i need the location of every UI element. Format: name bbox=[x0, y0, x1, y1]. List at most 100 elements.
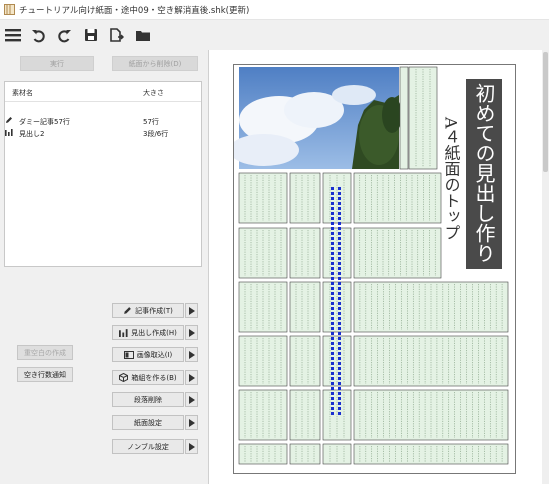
selection-handle bbox=[331, 282, 334, 285]
selection-handle bbox=[331, 222, 334, 225]
column-block bbox=[289, 227, 321, 279]
selection-handle bbox=[331, 192, 334, 195]
selection-handle bbox=[338, 227, 341, 230]
selection-handle bbox=[331, 227, 334, 230]
photo-image[interactable] bbox=[229, 67, 402, 169]
page-settings-button[interactable]: 紙面設定 bbox=[112, 415, 184, 430]
page-number-settings-arrow-button[interactable] bbox=[185, 439, 198, 454]
selection-handle bbox=[331, 302, 334, 305]
page-settings-arrow-button[interactable] bbox=[185, 415, 198, 430]
selection-handle bbox=[331, 212, 334, 215]
list-item[interactable]: 見出し2 3段/6行 bbox=[5, 128, 201, 140]
scrollbar-thumb[interactable] bbox=[543, 52, 548, 172]
create-headline-button[interactable]: 見出し作成(H) bbox=[112, 325, 184, 340]
column-block bbox=[353, 172, 442, 224]
create-box-arrow-button[interactable] bbox=[185, 370, 198, 385]
toolbar bbox=[0, 22, 205, 48]
selection-handle bbox=[338, 387, 341, 390]
pencil-icon bbox=[124, 307, 131, 314]
selection-handle bbox=[331, 357, 334, 360]
list-item[interactable]: ダミー記事57行 57行 bbox=[5, 116, 201, 128]
empty-line-notice-button[interactable]: 空き行数通知 bbox=[17, 367, 73, 382]
selection-handle bbox=[331, 187, 334, 190]
newspaper-page[interactable]: 初めての見出し作り A４紙面のトップ bbox=[229, 64, 517, 475]
material-list[interactable]: 素材名 大きさ ダミー記事57行 57行 見出し2 3段/6行 bbox=[4, 81, 202, 267]
selection-handle bbox=[338, 247, 341, 250]
selection-handle bbox=[338, 242, 341, 245]
play-arrow-icon bbox=[188, 306, 195, 315]
material-list-header: 素材名 大きさ bbox=[5, 82, 201, 102]
undo-icon[interactable] bbox=[30, 27, 47, 44]
page-layout-grid[interactable]: 初めての見出し作り A４紙面のトップ bbox=[229, 65, 517, 475]
open-folder-icon[interactable] bbox=[134, 27, 151, 44]
selection-handle bbox=[338, 222, 341, 225]
column-header-name[interactable]: 素材名 bbox=[12, 88, 33, 98]
selection-handle bbox=[338, 272, 341, 275]
selection-handle bbox=[331, 307, 334, 310]
selection-handle bbox=[338, 357, 341, 360]
selection-handle bbox=[338, 212, 341, 215]
selection-handle bbox=[338, 292, 341, 295]
selection-handle bbox=[331, 322, 334, 325]
play-arrow-icon bbox=[188, 418, 195, 427]
play-arrow-icon bbox=[188, 350, 195, 359]
vertical-scrollbar[interactable] bbox=[542, 50, 549, 484]
column-header-size[interactable]: 大きさ bbox=[143, 88, 164, 98]
selection-handle bbox=[331, 382, 334, 385]
selection-handle bbox=[331, 317, 334, 320]
selection-handle bbox=[338, 192, 341, 195]
selection-handle bbox=[338, 252, 341, 255]
selection-handle bbox=[338, 342, 341, 345]
import-image-arrow-button[interactable] bbox=[185, 347, 198, 362]
selection-handle bbox=[331, 407, 334, 410]
page-canvas[interactable]: 初めての見出し作り A４紙面のトップ bbox=[208, 50, 549, 484]
remove-from-page-button[interactable]: 紙面から削除(D) bbox=[112, 56, 198, 71]
selection-handle bbox=[338, 232, 341, 235]
selection-handle bbox=[331, 202, 334, 205]
selection-handle bbox=[338, 382, 341, 385]
save-icon[interactable] bbox=[82, 27, 99, 44]
selection-handle bbox=[338, 277, 341, 280]
create-article-button[interactable]: 記事作成(T) bbox=[112, 303, 184, 318]
play-arrow-icon bbox=[188, 328, 195, 337]
selection-handle bbox=[338, 197, 341, 200]
page-number-settings-button[interactable]: ノンブル設定 bbox=[112, 439, 184, 454]
create-box-button[interactable]: 箱組を作る(B) bbox=[112, 370, 184, 385]
selection-handle bbox=[338, 327, 341, 330]
headline-text: 初めての見出し作り bbox=[472, 83, 496, 263]
selection-handle bbox=[331, 312, 334, 315]
create-headline-arrow-button[interactable] bbox=[185, 325, 198, 340]
create-blank-button[interactable]: 重空白の作成 bbox=[17, 345, 73, 360]
image-icon bbox=[123, 350, 134, 359]
selection-handle bbox=[331, 347, 334, 350]
execute-button[interactable]: 実行 bbox=[20, 56, 94, 71]
selection-handle bbox=[338, 217, 341, 220]
selection-handle bbox=[338, 337, 341, 340]
selection-handle bbox=[338, 257, 341, 260]
menu-icon[interactable] bbox=[4, 27, 21, 44]
selection-handle bbox=[338, 402, 341, 405]
import-image-button[interactable]: 画像取込(I) bbox=[112, 347, 184, 362]
selection-handle bbox=[331, 362, 334, 365]
redo-icon[interactable] bbox=[56, 27, 73, 44]
selection-handle bbox=[338, 287, 341, 290]
selection-handle bbox=[331, 412, 334, 415]
export-icon[interactable] bbox=[108, 27, 125, 44]
selection-handle bbox=[338, 297, 341, 300]
title-bar: チュートリアル向け紙面・途中09・空き解消直後.shk(更新) bbox=[0, 0, 549, 20]
main-headline[interactable]: 初めての見出し作り A４紙面のトップ bbox=[442, 79, 503, 269]
window-title: チュートリアル向け紙面・途中09・空き解消直後.shk(更新) bbox=[19, 5, 250, 16]
selection-handle bbox=[338, 202, 341, 205]
selection-handle bbox=[331, 392, 334, 395]
selection-handle bbox=[338, 307, 341, 310]
selection-handle bbox=[338, 207, 341, 210]
delete-paragraph-arrow-button[interactable] bbox=[185, 392, 198, 407]
selection-handle bbox=[331, 217, 334, 220]
column-block bbox=[289, 443, 321, 465]
selection-handle bbox=[338, 397, 341, 400]
column-block bbox=[289, 172, 321, 224]
delete-paragraph-button[interactable]: 段落削除 bbox=[112, 392, 184, 407]
create-article-arrow-button[interactable] bbox=[185, 303, 198, 318]
selection-handle bbox=[338, 282, 341, 285]
selection-handle bbox=[331, 352, 334, 355]
